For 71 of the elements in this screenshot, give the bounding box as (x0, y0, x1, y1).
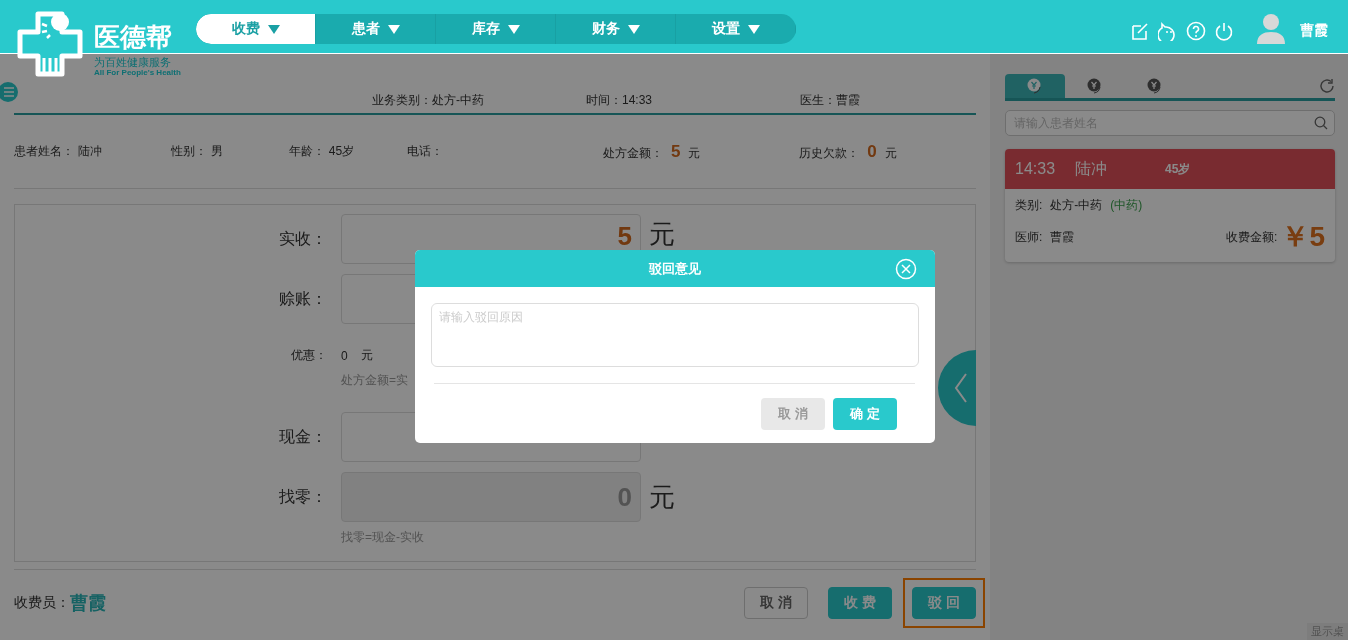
caret-icon (627, 24, 640, 34)
power-icon[interactable] (1214, 21, 1234, 41)
coin-icon (1146, 77, 1164, 95)
logo-name: 医德帮 (94, 22, 173, 52)
unit-label: 元 (649, 219, 675, 249)
logo-slogan: 为百姓健康服务 (94, 56, 172, 68)
collapse-tab[interactable] (936, 350, 976, 426)
field-label: 收费金额: (1226, 228, 1278, 246)
dialog-button[interactable]: 取 消 (761, 398, 825, 430)
category-tag: (中药) (1110, 197, 1143, 214)
chat-icon[interactable] (1158, 21, 1178, 41)
field-value: 陆冲 (78, 143, 102, 160)
unit-label: 元 (688, 144, 701, 162)
field-value: 曹霞 (1050, 228, 1075, 246)
card-age: 45岁 (1165, 160, 1191, 178)
search-icon[interactable] (1314, 116, 1328, 130)
unit-label: 元 (649, 482, 675, 512)
unit-label: 元 (361, 347, 373, 364)
caret-icon (267, 24, 280, 34)
caret-icon (747, 24, 760, 34)
field-label: 医师: (1015, 228, 1043, 246)
avatar-icon[interactable] (1256, 12, 1286, 44)
help-icon[interactable] (1186, 21, 1206, 41)
field-value: 处方-中药 (1050, 197, 1103, 214)
field-label: 年龄： (288, 143, 325, 160)
field-label: 类别: (1015, 197, 1043, 214)
action-button[interactable]: 收 费 (828, 587, 892, 619)
dialog-title: 驳回意见 (649, 259, 701, 278)
nav-tab[interactable]: 收费 (196, 14, 316, 44)
menu-icon[interactable] (0, 82, 20, 102)
nav-tab[interactable]: 设置 (676, 14, 796, 44)
field-label: 现金： (278, 426, 328, 447)
close-icon[interactable] (895, 258, 917, 280)
coin-icon (1086, 77, 1104, 95)
field-label: 实收： (278, 228, 328, 249)
edit-icon[interactable] (1130, 21, 1150, 41)
nav-tab[interactable]: 库存 (436, 14, 556, 44)
visit-time: 时间：14:33 (586, 92, 653, 109)
caret-icon (387, 24, 400, 34)
field-label: 优惠： (290, 347, 328, 364)
field-label: 性别： (171, 143, 208, 160)
doctor-name: 医生：曹霞 (800, 92, 861, 109)
user-name[interactable]: 曹霞 (1300, 22, 1328, 40)
unit-label: 元 (884, 144, 897, 162)
coin-icon (1026, 77, 1044, 95)
field-value: 5 (671, 141, 681, 162)
nav-tab[interactable]: 财务 (556, 14, 676, 44)
action-button[interactable]: 驳 回 (912, 587, 976, 619)
refresh-icon[interactable] (1319, 78, 1335, 94)
dialog-button[interactable]: 确 定 (833, 398, 897, 430)
field-value: 45岁 (328, 143, 355, 160)
field-value: 0 (341, 348, 349, 363)
field-value: 男 (211, 143, 224, 160)
field-label: 患者姓名： (14, 143, 74, 160)
field-label: 电话： (406, 143, 443, 160)
action-button[interactable]: 取 消 (744, 587, 808, 619)
icon-tab[interactable] (1005, 74, 1065, 98)
caret-icon (507, 24, 520, 34)
card-time: 14:33 (1015, 160, 1056, 178)
field-label: 找零： (278, 486, 328, 507)
cashier-name: 曹霞 (70, 592, 106, 615)
field-value: 0 (867, 141, 877, 162)
field-label: 处方金额： (603, 144, 663, 162)
field-label: 赊账： (278, 288, 328, 309)
card-patient-name: 陆冲 (1075, 158, 1109, 179)
field-label: 历史欠款： (799, 144, 860, 162)
logo-slogan: All For People's Health (94, 68, 181, 77)
cashier-label: 收费员： (14, 594, 70, 612)
business-type: 业务类别：处方-中药 (372, 92, 484, 109)
nav-tab[interactable]: 患者 (316, 14, 436, 44)
charge-amount: ￥5 (1281, 220, 1325, 254)
